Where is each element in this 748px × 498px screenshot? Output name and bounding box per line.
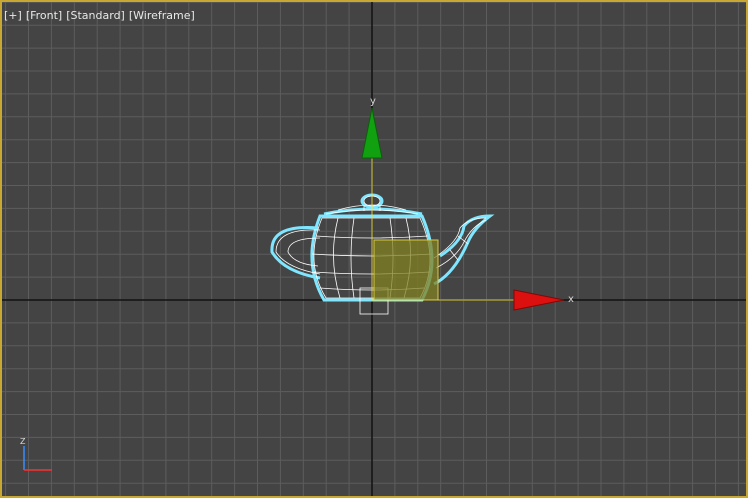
gizmo-y-arrow-handle[interactable]	[361, 107, 383, 159]
viewport-menu-shading-preset[interactable]: [Standard]	[66, 9, 125, 22]
viewport-scene[interactable]: y x Z	[2, 2, 746, 496]
viewport-menu-point-of-view[interactable]: [Front]	[26, 9, 62, 22]
viewport-menu-plus[interactable]: [+]	[4, 9, 22, 22]
move-gizmo[interactable]: y x	[361, 96, 574, 311]
gizmo-xy-plane-handle[interactable]	[373, 239, 439, 301]
view-axis-z-label: Z	[20, 437, 26, 446]
front-viewport[interactable]: [+] [Front] [Standard] [Wireframe] y x Z	[0, 0, 748, 498]
view-axis-tripod: Z	[20, 437, 52, 471]
gizmo-x-label: x	[568, 294, 574, 305]
gizmo-x-arrow-handle[interactable]	[513, 289, 565, 311]
gizmo-y-label: y	[370, 96, 376, 107]
viewport-label-menu: [+] [Front] [Standard] [Wireframe]	[4, 9, 195, 22]
viewport-menu-shading-mode[interactable]: [Wireframe]	[129, 9, 195, 22]
